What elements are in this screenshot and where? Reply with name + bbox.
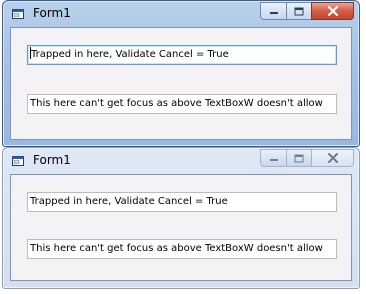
form-client-area: Trapped in here, Validate Cancel = True … xyxy=(10,174,352,281)
validate-textbox[interactable]: Trapped in here, Validate Cancel = True xyxy=(27,192,337,212)
form-client-area: Trapped in here, Validate Cancel = True … xyxy=(10,27,352,140)
caption-buttons xyxy=(260,149,354,168)
caption-buttons xyxy=(260,2,354,21)
minimize-button[interactable] xyxy=(260,2,286,20)
maximize-button[interactable] xyxy=(286,2,311,20)
minimize-icon xyxy=(269,159,278,161)
title-bar[interactable]: Form1 xyxy=(3,1,359,27)
form-window-icon[interactable] xyxy=(12,156,24,166)
close-button[interactable] xyxy=(311,2,354,20)
second-textbox[interactable]: This here can't get focus as above TextB… xyxy=(27,239,337,259)
second-textbox-text: This here can't get focus as above TextB… xyxy=(30,243,323,254)
close-icon xyxy=(327,6,338,16)
second-textbox-text: This here can't get focus as above TextB… xyxy=(30,98,323,109)
title-bar[interactable]: Form1 xyxy=(3,148,359,174)
validate-textbox[interactable]: Trapped in here, Validate Cancel = True xyxy=(27,45,337,65)
minimize-button[interactable] xyxy=(260,149,286,167)
close-icon xyxy=(327,153,338,163)
second-textbox[interactable]: This here can't get focus as above TextB… xyxy=(27,94,337,114)
window-title: Form1 xyxy=(33,153,71,167)
form-window-icon[interactable] xyxy=(12,9,24,19)
form1-window-inactive[interactable]: Form1 Trapped in here, Validate Cancel =… xyxy=(2,147,360,289)
maximize-button[interactable] xyxy=(286,149,311,167)
form1-window-active[interactable]: Form1 Trapped in here, Validate Cancel =… xyxy=(2,0,360,147)
validate-textbox-text: Trapped in here, Validate Cancel = True xyxy=(30,196,228,207)
window-title: Form1 xyxy=(33,6,71,20)
maximize-icon xyxy=(294,154,304,162)
maximize-icon xyxy=(294,7,304,15)
minimize-icon xyxy=(269,12,278,14)
close-button[interactable] xyxy=(311,149,354,167)
validate-textbox-text: Trapped in here, Validate Cancel = True xyxy=(31,49,229,60)
